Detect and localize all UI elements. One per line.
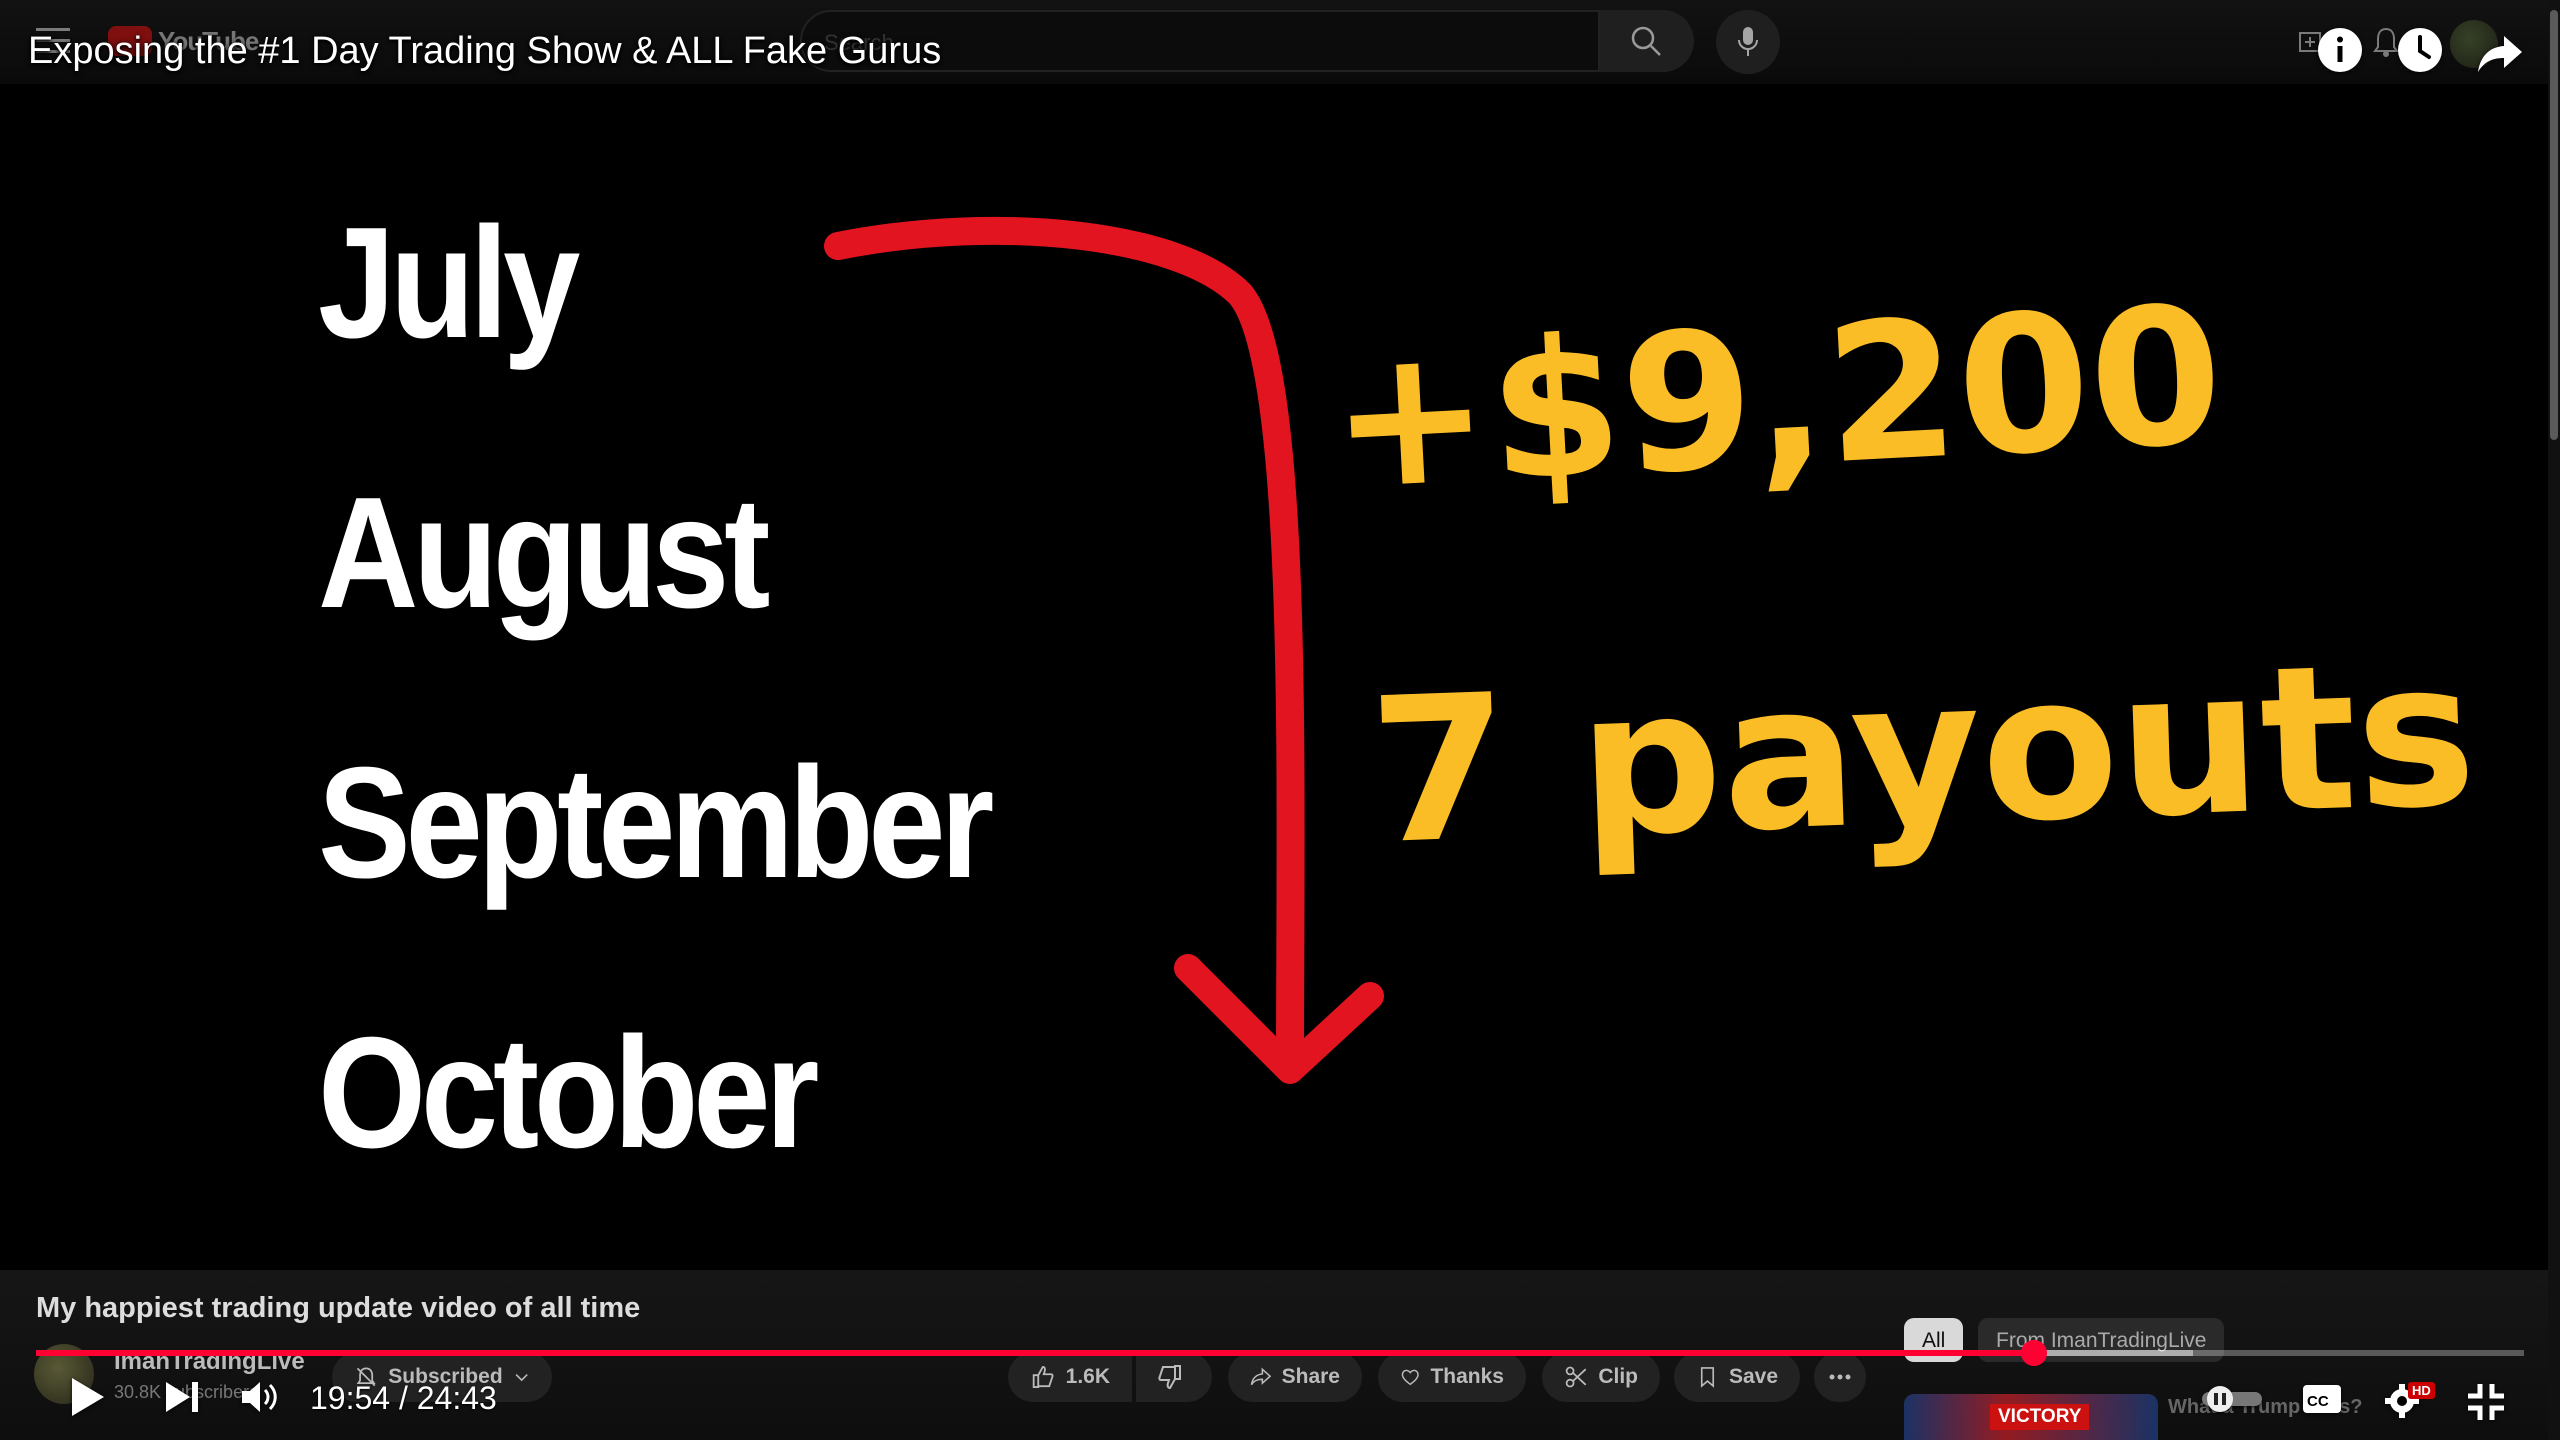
dislike-button[interactable] bbox=[1136, 1352, 1212, 1402]
clock-icon[interactable] bbox=[2396, 26, 2444, 74]
share-button[interactable]: Share bbox=[1228, 1352, 1362, 1402]
like-count: 1.6K bbox=[1065, 1365, 1110, 1388]
thanks-button[interactable]: Thanks bbox=[1378, 1352, 1526, 1402]
current-time: 19:54 bbox=[310, 1380, 391, 1416]
save-button[interactable]: Save bbox=[1674, 1352, 1800, 1402]
more-actions-button[interactable] bbox=[1814, 1352, 1866, 1402]
search-button[interactable] bbox=[1600, 10, 1694, 72]
payout-amount-text: +$9,200 bbox=[1324, 264, 2228, 533]
scrollbar-thumb[interactable] bbox=[2550, 10, 2558, 440]
video-player[interactable]: July August September October +$9,200 7 … bbox=[0, 84, 2548, 1270]
scissors-icon bbox=[1565, 1366, 1587, 1388]
thanks-label: Thanks bbox=[1430, 1365, 1504, 1388]
payout-count-text: 7 payouts bbox=[1366, 617, 2480, 890]
clip-button[interactable]: Clip bbox=[1542, 1352, 1660, 1402]
like-button[interactable]: 1.6K bbox=[1008, 1352, 1132, 1402]
progress-played bbox=[36, 1350, 2034, 1356]
exit-fullscreen-icon[interactable] bbox=[2466, 1382, 2506, 1422]
page-scrollbar[interactable] bbox=[2548, 0, 2560, 1440]
save-label: Save bbox=[1728, 1365, 1778, 1388]
play-icon[interactable] bbox=[70, 1376, 106, 1418]
time-display: 19:54 / 24:43 bbox=[310, 1380, 497, 1417]
thumbs-up-icon bbox=[1032, 1366, 1054, 1388]
thanks-heart-icon bbox=[1401, 1369, 1419, 1386]
clip-label: Clip bbox=[1598, 1365, 1638, 1388]
bookmark-icon bbox=[1700, 1367, 1715, 1388]
thumbs-down-icon bbox=[1158, 1365, 1181, 1390]
info-icon[interactable] bbox=[2316, 26, 2364, 74]
next-icon[interactable] bbox=[164, 1380, 200, 1414]
svg-text:CC: CC bbox=[2307, 1393, 2329, 1410]
hd-badge: HD bbox=[2408, 1382, 2435, 1399]
progress-scrubber[interactable] bbox=[2020, 1340, 2047, 1366]
autoplay-toggle[interactable] bbox=[2200, 1384, 2264, 1414]
description-title: My happiest trading update video of all … bbox=[36, 1292, 641, 1324]
next-video-thumbnail-label: VICTORY bbox=[1990, 1404, 2090, 1430]
share-arrow-icon[interactable] bbox=[2476, 30, 2524, 78]
time-separator: / bbox=[390, 1380, 417, 1416]
progress-bar[interactable] bbox=[36, 1340, 2524, 1366]
volume-icon[interactable] bbox=[240, 1378, 280, 1416]
share-icon bbox=[1250, 1367, 1272, 1386]
voice-search-button[interactable] bbox=[1716, 10, 1780, 74]
chevron-down-icon bbox=[515, 1373, 528, 1382]
video-title: Exposing the #1 Day Trading Show & ALL F… bbox=[28, 30, 942, 72]
mic-icon bbox=[1738, 27, 1758, 56]
share-label: Share bbox=[1281, 1365, 1340, 1388]
search-icon bbox=[1631, 26, 1661, 56]
more-horizontal-icon bbox=[1829, 1374, 1851, 1380]
duration: 24:43 bbox=[416, 1380, 497, 1416]
captions-icon[interactable]: CC bbox=[2302, 1384, 2342, 1414]
